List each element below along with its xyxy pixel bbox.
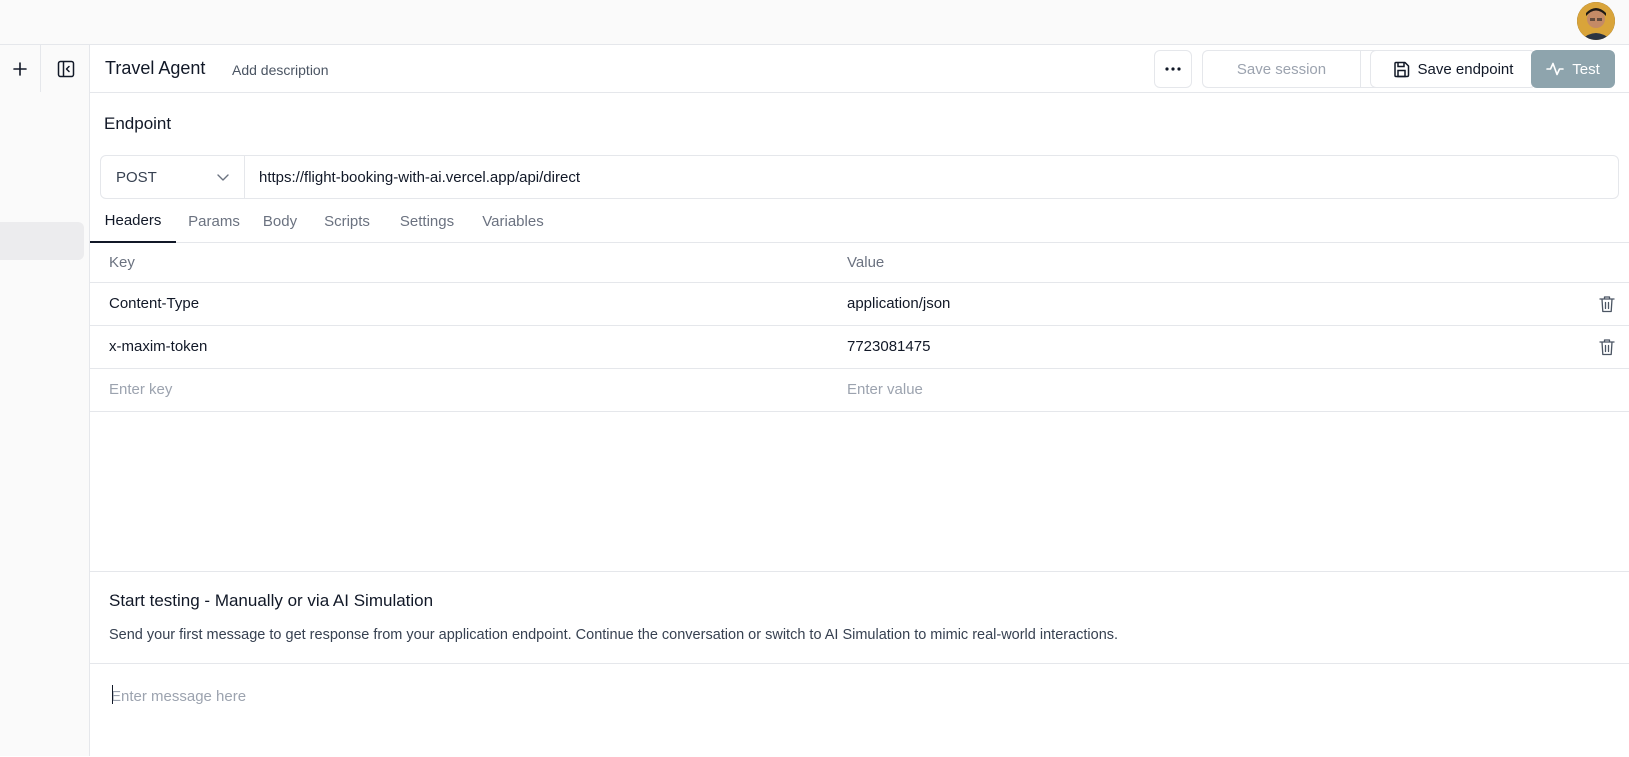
tab-params[interactable]: Params bbox=[176, 199, 252, 243]
table-row: Content-Type application/json bbox=[90, 283, 1629, 326]
testing-panel: Start testing - Manually or via AI Simul… bbox=[90, 571, 1629, 756]
endpoint-header: Travel Agent Add description Save sessio… bbox=[90, 45, 1629, 93]
endpoint-url-input[interactable]: https://flight-booking-with-ai.vercel.ap… bbox=[244, 155, 1619, 199]
page-title: Travel Agent bbox=[105, 58, 206, 78]
new-key-input[interactable]: Enter key bbox=[109, 381, 172, 398]
save-session-label: Save session bbox=[1236, 60, 1327, 78]
tab-settings[interactable]: Settings bbox=[386, 199, 468, 243]
testing-title: Start testing - Manually or via AI Simul… bbox=[109, 591, 434, 610]
toggle-sidebar-button[interactable] bbox=[41, 45, 90, 92]
testing-description: Send your first message to get response … bbox=[109, 627, 1119, 643]
tab-body[interactable]: Body bbox=[252, 199, 308, 243]
header-value[interactable]: application/json bbox=[847, 295, 950, 312]
test-label: Test bbox=[1572, 60, 1600, 78]
tab-headers[interactable]: Headers bbox=[90, 199, 176, 243]
table-row: x-maxim-token 7723081475 bbox=[90, 326, 1629, 369]
message-composer bbox=[90, 663, 1629, 757]
top-bar bbox=[0, 0, 1629, 45]
request-tabs: Headers Params Body Scripts Settings Var… bbox=[90, 199, 1629, 243]
plus-icon bbox=[13, 61, 27, 76]
chevron-down-icon bbox=[217, 173, 229, 181]
save-endpoint-label: Save endpoint bbox=[1417, 60, 1514, 78]
text-caret bbox=[112, 685, 113, 704]
column-value: Value bbox=[847, 254, 885, 271]
table-row-new: Enter key Enter value bbox=[90, 369, 1629, 412]
header-value[interactable]: 7723081475 bbox=[847, 338, 930, 355]
table-header: Key Value bbox=[90, 244, 1629, 283]
main-panel: Travel Agent Add description Save sessio… bbox=[90, 45, 1629, 756]
new-value-input[interactable]: Enter value bbox=[847, 381, 923, 398]
add-button[interactable] bbox=[0, 45, 41, 92]
endpoint-url-value: https://flight-booking-with-ai.vercel.ap… bbox=[259, 168, 580, 186]
message-input[interactable] bbox=[111, 684, 1511, 708]
more-icon bbox=[1165, 67, 1181, 71]
sidebar bbox=[0, 45, 90, 756]
tab-variables[interactable]: Variables bbox=[468, 199, 558, 243]
save-endpoint-button[interactable]: Save endpoint bbox=[1370, 50, 1536, 88]
tab-scripts[interactable]: Scripts bbox=[308, 199, 386, 243]
header-key[interactable]: Content-Type bbox=[109, 295, 199, 312]
trash-icon[interactable] bbox=[1599, 338, 1615, 356]
endpoint-label: Endpoint bbox=[104, 114, 172, 133]
trash-icon[interactable] bbox=[1599, 295, 1615, 313]
save-session-button[interactable]: Save session bbox=[1202, 50, 1360, 88]
panel-toggle-icon bbox=[57, 60, 74, 77]
save-icon bbox=[1393, 61, 1409, 77]
column-key: Key bbox=[109, 254, 135, 271]
header-key[interactable]: x-maxim-token bbox=[109, 338, 207, 355]
sidebar-selected-item[interactable] bbox=[0, 222, 84, 260]
activity-icon bbox=[1546, 62, 1565, 76]
avatar[interactable] bbox=[1577, 2, 1615, 40]
test-button[interactable]: Test bbox=[1531, 50, 1615, 88]
http-method-value: POST bbox=[116, 168, 157, 186]
more-options-button[interactable] bbox=[1154, 50, 1192, 88]
http-method-select[interactable]: POST bbox=[100, 155, 245, 199]
add-description-link[interactable]: Add description bbox=[232, 62, 329, 78]
